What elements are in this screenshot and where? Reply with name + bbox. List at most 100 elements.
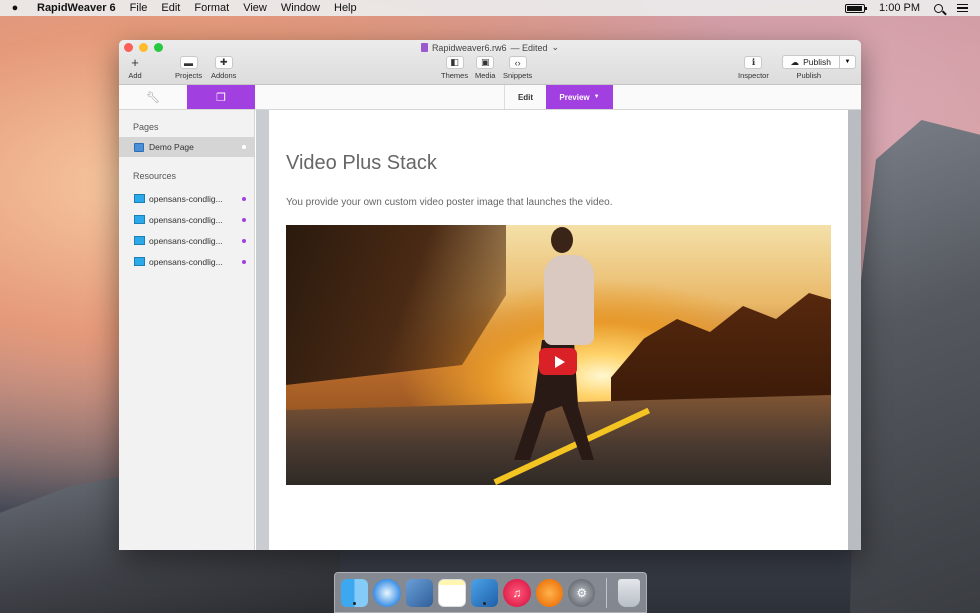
snippets-button[interactable]: ‹› Snippets [503, 56, 532, 80]
menu-edit[interactable]: Edit [154, 0, 187, 16]
sidebar-item-label: Demo Page [149, 142, 194, 152]
inspector-button[interactable]: ℹ Inspector [738, 56, 769, 80]
addons-button[interactable]: ✚ Addons [211, 56, 236, 80]
tab-edit[interactable]: Edit [504, 85, 546, 109]
wallpaper-mountain-right [850, 120, 980, 613]
music-note-icon: ♫ [512, 585, 522, 600]
finder-icon[interactable] [341, 578, 369, 607]
projects-icon: ▬ [179, 56, 198, 69]
tab-preview-label: Preview [559, 92, 590, 102]
inspector-label: Inspector [738, 71, 769, 80]
sidebar-resource-item[interactable]: opensans-condlig... [119, 251, 254, 272]
gear-icon: ⚙ [576, 585, 588, 600]
ibooks-icon[interactable] [535, 578, 563, 607]
font-file-icon [134, 215, 145, 224]
titlebar: Rapidweaver6.rw6 — Edited ⌄ + Add ▬ Proj… [119, 40, 861, 85]
clock[interactable]: 1:00 PM [879, 2, 920, 14]
running-indicator [353, 601, 357, 605]
page-icon [134, 142, 144, 152]
resource-label: opensans-condlig... [149, 214, 223, 225]
themes-button[interactable]: ◧ Themes [441, 56, 468, 80]
document-title[interactable]: Rapidweaver6.rw6 — Edited ⌄ [119, 42, 861, 53]
chevron-down-icon: ⌄ [551, 42, 560, 52]
preview-canvas: Video Plus Stack You provide your own cu… [269, 110, 848, 550]
pages-stack-icon: ❐ [216, 91, 226, 104]
page-title: Video Plus Stack [286, 152, 437, 174]
spotlight-search-icon[interactable] [934, 3, 943, 13]
media-icon: ▣ [476, 56, 495, 69]
video-poster[interactable] [286, 225, 831, 485]
resource-label: opensans-condlig... [149, 235, 223, 246]
menu-view[interactable]: View [236, 0, 274, 16]
sidebar: Pages Demo Page Resources opensans-condl… [119, 110, 255, 550]
sidebar-resource-item[interactable]: opensans-condlig... [119, 230, 254, 251]
document-name: Rapidweaver6.rw6 [431, 42, 507, 53]
status-dot [242, 217, 246, 222]
projects-button[interactable]: ▬ Projects [175, 56, 202, 80]
dock-separator [606, 577, 608, 608]
font-file-icon [134, 257, 145, 266]
resource-label: opensans-condlig... [149, 256, 223, 267]
document-icon [420, 43, 428, 52]
info-icon: ℹ [744, 56, 763, 69]
safari-icon[interactable] [373, 578, 401, 607]
projects-label: Projects [175, 71, 203, 80]
video-play-button[interactable] [539, 348, 577, 375]
addons-puzzle-icon: ✚ [214, 56, 233, 69]
addons-label: Addons [211, 71, 237, 80]
themes-label: Themes [441, 71, 469, 80]
poster-runner-head [551, 227, 573, 253]
menu-app-name[interactable]: RapidWeaver 6 [30, 0, 123, 16]
poster-trees-left [286, 225, 506, 385]
mode-tab-bar: 🔧︎ ❐ Edit Preview ▼ [119, 85, 861, 110]
status-dot [242, 259, 246, 264]
snippets-label: Snippets [503, 71, 533, 80]
status-dot [242, 145, 246, 149]
publish-dropdown-button[interactable]: ▼ [840, 55, 856, 69]
publish-button[interactable]: ☁ Publish [781, 55, 840, 69]
media-label: Media [475, 71, 496, 80]
tab-preview[interactable]: Preview ▼ [546, 85, 613, 109]
sidebar-item-demo-page[interactable]: Demo Page [119, 137, 254, 157]
font-file-icon [134, 194, 145, 203]
resources-heading: Resources [133, 171, 177, 181]
cloud-icon: ☁ [790, 56, 800, 67]
preview-area: Video Plus Stack You provide your own cu… [256, 110, 861, 550]
mail-icon[interactable] [405, 578, 434, 607]
resource-label: opensans-condlig... [149, 193, 223, 204]
apple-menu-icon[interactable]: ● [0, 2, 30, 14]
publish-button-label: Publish [803, 57, 831, 67]
battery-icon[interactable] [845, 3, 868, 13]
publish-label: Publish [796, 71, 822, 80]
menu-file[interactable]: File [123, 0, 155, 16]
rapidweaver-icon[interactable] [470, 578, 499, 607]
media-button[interactable]: ▣ Media [475, 56, 495, 80]
scrollbar[interactable] [848, 110, 861, 550]
status-dot [242, 238, 246, 243]
tab-settings[interactable]: 🔧︎ [119, 85, 187, 109]
system-preferences-icon[interactable]: ⚙ [568, 578, 596, 607]
themes-icon: ◧ [445, 56, 464, 69]
menu-help[interactable]: Help [327, 0, 364, 16]
dock: ♫ ⚙ [334, 572, 647, 613]
status-dot [242, 196, 246, 201]
menu-format[interactable]: Format [187, 0, 236, 16]
wrench-icon: 🔧︎ [146, 91, 160, 104]
menu-window[interactable]: Window [274, 0, 327, 16]
font-file-icon [134, 236, 145, 245]
code-brackets-icon: ‹› [508, 56, 527, 69]
poster-trees-right [611, 293, 831, 410]
sidebar-resource-item[interactable]: opensans-condlig... [119, 209, 254, 230]
sidebar-resource-item[interactable]: opensans-condlig... [119, 188, 254, 209]
notification-center-icon[interactable] [957, 3, 968, 13]
add-button[interactable]: + Add [126, 55, 144, 80]
tab-pages[interactable]: ❐ [187, 85, 255, 109]
page-description: You provide your own custom video poster… [286, 197, 613, 208]
publish-group: ☁ Publish ▼ Publish [781, 55, 856, 80]
trash-icon[interactable] [618, 578, 640, 607]
rapidweaver-window: Rapidweaver6.rw6 — Edited ⌄ + Add ▬ Proj… [119, 40, 861, 550]
document-status: — Edited [510, 42, 548, 53]
poster-runner-body [544, 255, 594, 345]
notes-icon[interactable] [438, 578, 466, 607]
itunes-icon[interactable]: ♫ [503, 578, 531, 607]
